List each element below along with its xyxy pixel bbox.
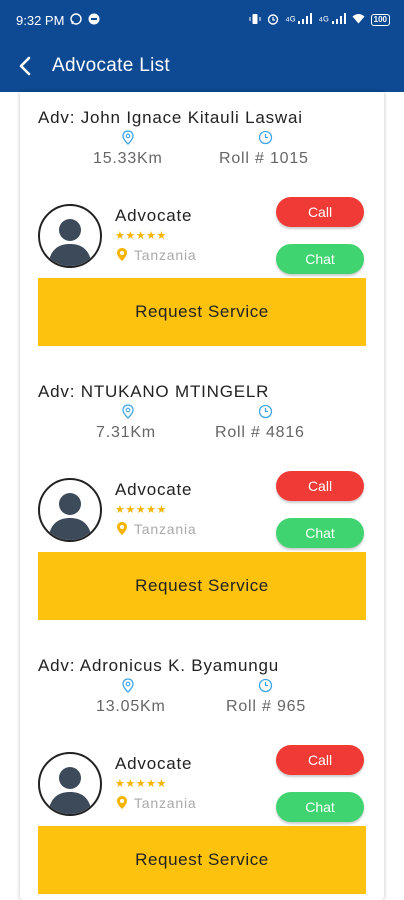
advocate-name: Adv: John Ignace Kitauli Laswai (38, 108, 303, 127)
location-pin-icon (122, 404, 134, 424)
advocate-role: Advocate (115, 480, 193, 499)
location-marker-icon (116, 521, 128, 541)
signal-icon: ⁴ᴳ (285, 13, 313, 27)
country: Tanzania (134, 795, 197, 811)
distance: 15.33Km (93, 150, 163, 167)
chat-button[interactable]: Chat (276, 244, 364, 274)
back-arrow-icon[interactable] (18, 54, 42, 78)
roll-number: Roll # 965 (226, 698, 307, 715)
page-title: Advocate List (52, 55, 170, 76)
location-pin-icon (122, 130, 134, 150)
alarm-icon (267, 13, 279, 28)
rating-stars: ★★★★★ (115, 504, 167, 516)
advocate-role: Advocate (115, 754, 193, 773)
distance: 13.05Km (96, 698, 166, 715)
clock-icon (258, 678, 273, 698)
chat-button[interactable]: Chat (276, 792, 364, 822)
vibrate-icon (249, 13, 261, 28)
location-marker-icon (116, 795, 128, 815)
country: Tanzania (134, 247, 197, 263)
status-bar: 9:32 PM ⁴ᴳ ⁴ᴳ 100 (0, 0, 404, 40)
call-button[interactable]: Call (276, 471, 364, 501)
wifi-icon (352, 13, 365, 27)
avatar (38, 478, 102, 542)
advocate-name: Adv: NTUKANO MTINGELR (38, 382, 270, 401)
whatsapp-icon (70, 12, 83, 28)
advocate-name: Adv: Adronicus K. Byamungu (38, 656, 279, 675)
status-time: 9:32 PM (16, 12, 65, 28)
avatar (38, 752, 102, 816)
roll-number: Roll # 1015 (219, 150, 309, 167)
rating-stars: ★★★★★ (115, 230, 167, 242)
distance: 7.31Km (96, 424, 156, 441)
battery-icon: 100 (370, 14, 390, 26)
request-service-button[interactable]: Request Service (38, 826, 366, 894)
location-marker-icon (116, 247, 128, 267)
rating-stars: ★★★★★ (115, 778, 167, 790)
advocate-card: Adv: Adronicus K. Byamungu 13.05Km Roll … (20, 640, 384, 900)
location-pin-icon (122, 678, 134, 698)
clock-icon (258, 130, 273, 150)
clock-icon (258, 404, 273, 424)
avatar (38, 204, 102, 268)
advocate-role: Advocate (115, 206, 193, 225)
call-button[interactable]: Call (276, 745, 364, 775)
chat-button[interactable]: Chat (276, 518, 364, 548)
network-type-left: ⁴ᴳ (285, 15, 296, 27)
advocate-card: Adv: NTUKANO MTINGELR 7.31Km Roll # 4816… (20, 366, 384, 640)
request-service-button[interactable]: Request Service (38, 278, 366, 346)
call-button[interactable]: Call (276, 197, 364, 227)
advocate-card: Adv: John Ignace Kitauli Laswai 15.33Km … (20, 92, 384, 366)
advocate-list[interactable]: Adv: John Ignace Kitauli Laswai 15.33Km … (20, 92, 384, 900)
country: Tanzania (134, 521, 197, 537)
network-type-right: ⁴ᴳ (318, 15, 329, 27)
notification-icon (88, 13, 100, 28)
app-bar: Advocate List (0, 40, 404, 92)
signal-icon-2: ⁴ᴳ (318, 13, 346, 27)
request-service-button[interactable]: Request Service (38, 552, 366, 620)
roll-number: Roll # 4816 (215, 424, 305, 441)
